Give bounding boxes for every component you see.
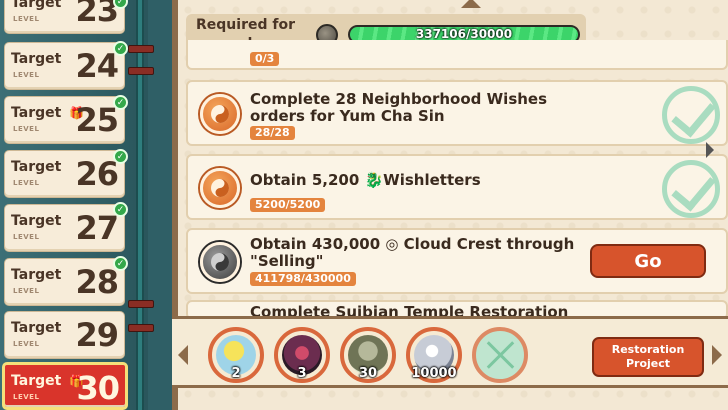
- level-card-28[interactable]: Target LEVEL 28: [4, 258, 125, 306]
- check-icon: ✓: [113, 0, 128, 9]
- level-sub: LEVEL: [13, 15, 40, 23]
- completed-check-icon: [662, 86, 720, 144]
- task-item: 0/3: [186, 40, 728, 70]
- level-label: Target: [11, 159, 62, 175]
- task-title: Complete 28 Neighborhood Wishes orders f…: [250, 90, 548, 125]
- task-count: 0/3: [250, 52, 280, 66]
- level-sub: LEVEL: [13, 125, 40, 133]
- level-card-29[interactable]: Target LEVEL 29: [4, 311, 125, 359]
- level-number: 28: [75, 263, 119, 301]
- task-title: Obtain 430,000 ◎ Cloud Crest through "Se…: [250, 235, 575, 270]
- reward-item[interactable]: 3: [274, 327, 330, 383]
- reward-qty: 30: [358, 366, 378, 381]
- empty-reward-slot: [472, 327, 528, 383]
- task-title: Obtain 5,200 🐉Wishletters: [250, 171, 481, 189]
- level-list[interactable]: Target LEVEL 23 ✓ Target LEVEL 24 ✓ Targ…: [0, 0, 154, 410]
- yin-yang-icon: [200, 168, 240, 208]
- level-number: 27: [75, 209, 119, 247]
- scroll-left-icon[interactable]: [178, 345, 188, 365]
- level-card-30-selected[interactable]: Target 🎁 LEVEL 30: [2, 362, 128, 410]
- task-item: Complete 28 Neighborhood Wishes orders f…: [186, 80, 728, 146]
- level-label: Target: [11, 267, 62, 283]
- level-sub: LEVEL: [13, 287, 40, 295]
- level-sub: LEVEL: [13, 233, 40, 241]
- level-sub: LEVEL: [13, 179, 40, 187]
- reward-item[interactable]: 10000: [406, 327, 462, 383]
- level-label: Target: [11, 373, 62, 389]
- task-count: 28/28: [250, 126, 295, 140]
- level-card-23[interactable]: Target LEVEL 23: [4, 0, 125, 34]
- level-number: 30: [76, 369, 120, 407]
- level-label: Target: [11, 320, 62, 336]
- scroll-up-icon[interactable]: [461, 0, 481, 8]
- level-sub: LEVEL: [13, 393, 40, 401]
- task-count: 5200/5200: [250, 198, 326, 212]
- restoration-project-button[interactable]: Restoration Project: [592, 337, 704, 377]
- task-count: 411798/430000: [250, 272, 356, 286]
- yin-yang-grey-icon: [200, 242, 240, 282]
- level-number: 25: [75, 101, 119, 139]
- reward-item[interactable]: 30: [340, 327, 396, 383]
- check-icon: ✓: [113, 149, 128, 164]
- go-button[interactable]: Go: [590, 244, 706, 278]
- level-number: 24: [75, 47, 119, 85]
- level-rail: [136, 0, 144, 410]
- level-label: Target: [11, 0, 62, 11]
- level-card-26[interactable]: Target LEVEL 26: [4, 150, 125, 198]
- completed-check-icon: [662, 160, 720, 218]
- rewards-bar: 2 3 30 10000 Restoration Project: [172, 316, 728, 388]
- task-item: Obtain 5,200 🐉Wishletters 5200/5200: [186, 154, 728, 220]
- mouse-cursor-icon: [706, 142, 714, 158]
- scroll-right-icon[interactable]: [712, 345, 722, 365]
- connector-peg: [128, 300, 154, 308]
- connector-peg: [128, 67, 154, 75]
- reward-item[interactable]: 2: [208, 327, 264, 383]
- check-icon: ✓: [113, 202, 128, 217]
- level-label: Target: [11, 105, 62, 121]
- check-icon: ✓: [113, 95, 128, 110]
- yin-yang-icon: [200, 94, 240, 134]
- level-sub: LEVEL: [13, 340, 40, 348]
- level-card-27[interactable]: Target LEVEL 27: [4, 204, 125, 252]
- check-icon: ✓: [113, 256, 128, 271]
- task-item: Obtain 430,000 ◎ Cloud Crest through "Se…: [186, 228, 728, 294]
- reward-qty: 10000: [411, 366, 457, 381]
- level-number: 23: [75, 0, 119, 29]
- check-icon: ✓: [113, 41, 128, 56]
- level-sub: LEVEL: [13, 71, 40, 79]
- level-label: Target: [11, 51, 62, 67]
- reward-qty: 2: [231, 366, 241, 381]
- reward-qty: 3: [297, 366, 307, 381]
- connector-peg: [128, 324, 154, 332]
- level-card-25[interactable]: Target 🎁 LEVEL 25: [4, 96, 125, 144]
- level-number: 29: [75, 316, 119, 354]
- level-number: 26: [75, 155, 119, 193]
- level-card-24[interactable]: Target LEVEL 24: [4, 42, 125, 90]
- level-label: Target: [11, 213, 62, 229]
- connector-peg: [128, 45, 154, 53]
